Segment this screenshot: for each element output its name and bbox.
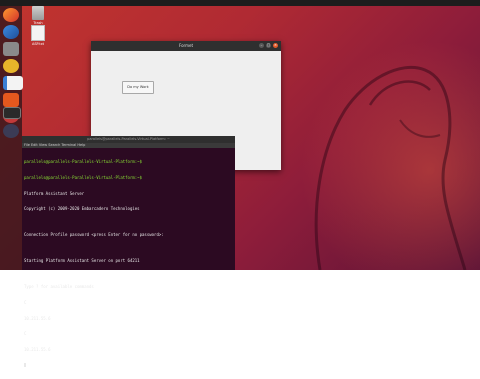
desktop-icon-label: ASP.txt: [31, 42, 45, 46]
trash-icon: [32, 6, 44, 20]
dock: [0, 6, 23, 270]
terminal-line: Copyright (c) 2009-2020 Embarcadero Tech…: [24, 206, 140, 212]
terminal-line: 10.211.55.6: [24, 346, 51, 352]
terminal-line: C: [24, 299, 27, 305]
terminal-line: Platform Assistant Server: [24, 190, 85, 196]
app-icon[interactable]: [3, 124, 19, 138]
desktop-icon-trash[interactable]: Trash: [25, 6, 51, 25]
ubuntu-mascot-outline: [314, 65, 467, 270]
terminal-line: parallels@parallels-Parallels-Virtual-Pl…: [24, 159, 143, 165]
terminal-line: Type ? for available commands: [24, 284, 94, 290]
top-panel: [0, 0, 480, 6]
terminal-line: Starting Platform Assistant Server on po…: [24, 258, 140, 264]
desktop-icon-asp[interactable]: ASP.txt: [25, 25, 51, 46]
terminal-output[interactable]: parallels@parallels-Parallels-Virtual-Pl…: [22, 148, 235, 379]
rhythmbox-icon[interactable]: [3, 59, 19, 73]
window-controls: – □ ×: [259, 43, 278, 48]
terminal-line: Connection Profile password <press Enter…: [24, 232, 164, 238]
terminal-title[interactable]: parallels@parallels-Parallels-Virtual-Pl…: [22, 136, 235, 143]
terminal-line: C: [24, 331, 27, 337]
thunderbird-icon[interactable]: [3, 25, 19, 39]
firefox-icon[interactable]: [3, 8, 19, 22]
terminal-window[interactable]: parallels@parallels-Parallels-Virtual-Pl…: [22, 136, 235, 368]
terminal-cursor: [24, 363, 26, 368]
ubuntu-software-icon[interactable]: [3, 93, 19, 107]
terminal-cursor-line: [24, 362, 233, 368]
do-my-work-button[interactable]: Do my Work: [122, 81, 154, 94]
maximize-icon[interactable]: □: [266, 43, 271, 48]
files-icon[interactable]: [3, 42, 19, 56]
minimize-icon[interactable]: –: [259, 43, 264, 48]
window-title: Formet: [178, 43, 194, 48]
terminal-line: 10.211.55.6: [24, 315, 51, 321]
terminal-icon[interactable]: [3, 107, 21, 119]
window-titlebar[interactable]: Formet – □ ×: [91, 41, 281, 51]
terminal-line: parallels@parallels-Parallels-Virtual-Pl…: [24, 175, 143, 181]
text-file-icon: [31, 25, 45, 41]
close-icon[interactable]: ×: [273, 43, 278, 48]
libreoffice-writer-icon[interactable]: [3, 76, 23, 90]
